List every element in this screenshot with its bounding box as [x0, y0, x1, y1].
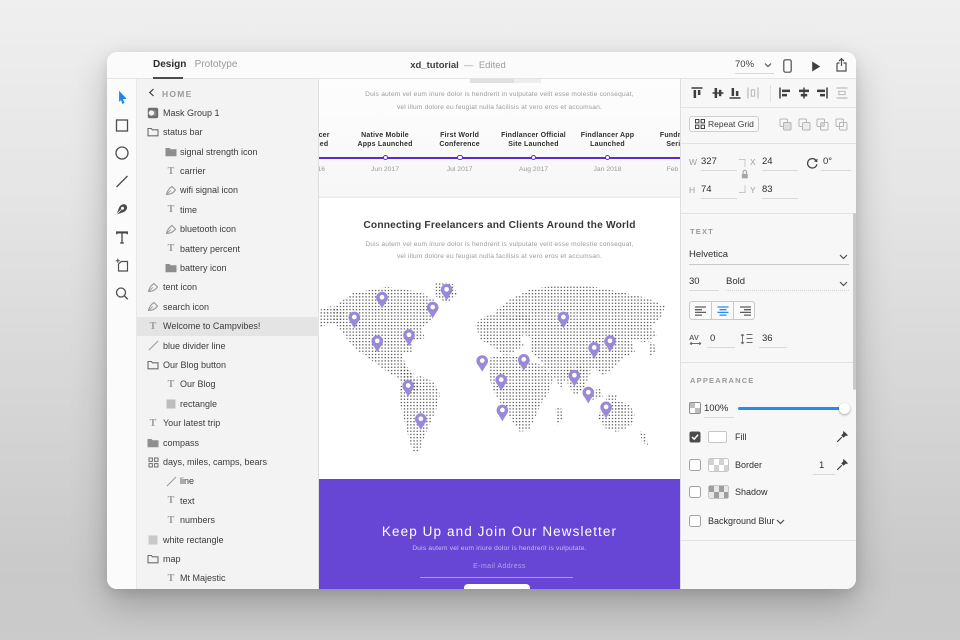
svg-text:AV: AV	[689, 333, 699, 342]
